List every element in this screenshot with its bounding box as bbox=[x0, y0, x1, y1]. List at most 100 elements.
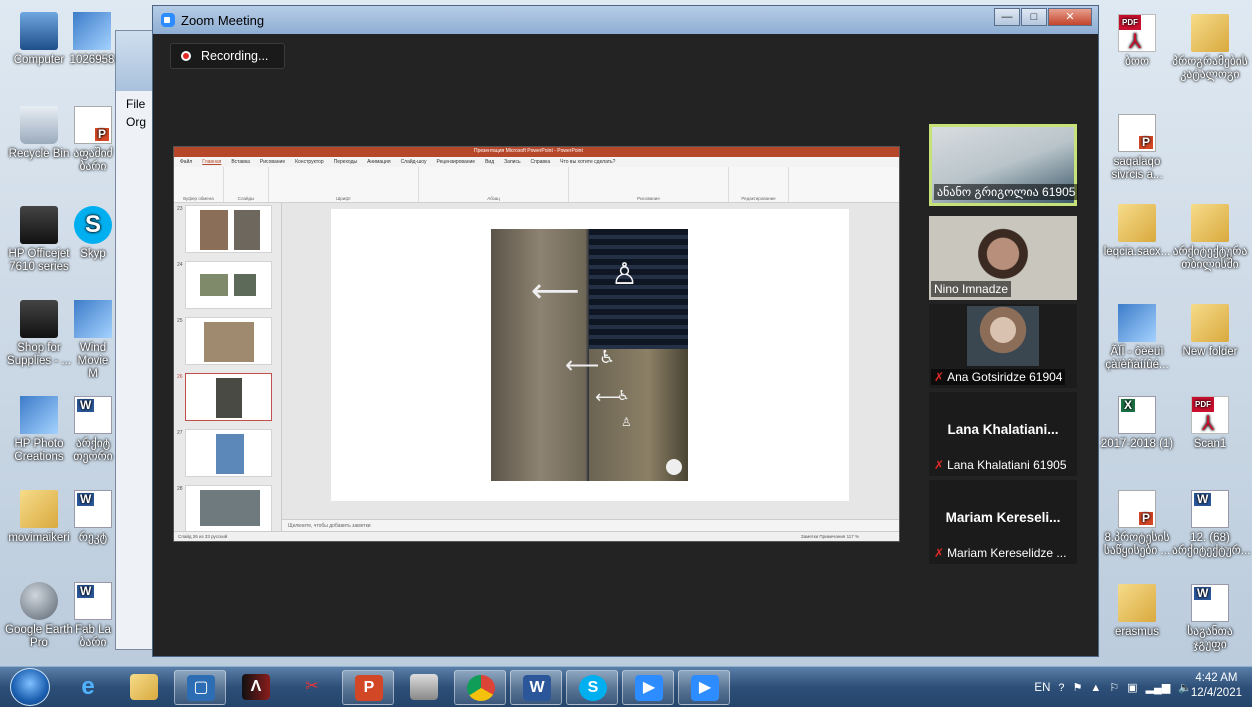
taskbar-archicad[interactable]: Λ bbox=[230, 670, 282, 705]
record-icon bbox=[181, 51, 191, 61]
signal-icon[interactable]: ▂▄▆ bbox=[1146, 681, 1171, 694]
participant-name: Nino Imnadze bbox=[931, 281, 1012, 297]
participant-tile[interactable]: Lana Khalatiani... ✗ Lana Khalatiani 6190… bbox=[929, 392, 1077, 476]
start-button[interactable] bbox=[10, 668, 50, 706]
slide-thumbnail: 23 bbox=[177, 205, 272, 253]
ppt-workspace: 23 24 25 26 27 28 ⟵ ♙ ⟵ ♿ ⟵ ♿ ♙ Щелкните… bbox=[174, 203, 899, 533]
snipping-icon: ✂ bbox=[305, 678, 319, 695]
taskbar-zoom-2[interactable]: ▶ bbox=[678, 670, 730, 705]
desktop-icon-shop-supplies[interactable]: Shop for Supplies - ... bbox=[4, 300, 74, 368]
desktop-icon-leqcia[interactable]: leqcia.sacx... bbox=[1100, 204, 1174, 259]
desktop-icon-google-earth[interactable]: Google Earth Pro bbox=[4, 582, 74, 650]
taskbar-zoom[interactable]: ▶ bbox=[622, 670, 674, 705]
ceiling-slats bbox=[589, 229, 688, 349]
display-icon[interactable]: ▣ bbox=[1127, 681, 1137, 694]
network-adapter-icon[interactable]: ⚑ bbox=[1073, 681, 1083, 694]
ppt-tab-active: Главная bbox=[202, 159, 222, 165]
desktop-icon-computer[interactable]: Computer bbox=[4, 12, 74, 67]
taskbar-zoom-small[interactable]: ▢ bbox=[174, 670, 226, 705]
flag-icon[interactable]: ⚐ bbox=[1109, 681, 1119, 694]
pdf-file-icon bbox=[1191, 396, 1229, 434]
shared-screen: Презентация Microsoft PowerPoint - Power… bbox=[173, 146, 900, 542]
archicad-icon: Λ bbox=[242, 674, 270, 700]
slide-photo-wayfinding-signage: ⟵ ♙ ⟵ ♿ ⟵ ♿ ♙ bbox=[491, 229, 688, 481]
desktop-icon-1026958[interactable]: 1026958 bbox=[68, 12, 116, 67]
ppt-tell-me: Что вы хотите сделать? bbox=[560, 159, 616, 165]
recording-indicator[interactable]: Recording... bbox=[170, 43, 285, 69]
taskbar-chrome[interactable] bbox=[454, 670, 506, 705]
clock[interactable]: 4:42 AM 12/4/2021 bbox=[1191, 671, 1242, 701]
participant-tile[interactable]: ✗ Ana Gotsiridze 61904 bbox=[929, 304, 1077, 388]
taskbar-skype[interactable]: S bbox=[566, 670, 618, 705]
desktop-icon-doc-1[interactable]: არქიტ თეორი bbox=[72, 396, 114, 464]
taskbar-snipping[interactable]: ✂ bbox=[286, 670, 338, 705]
skype-icon: S bbox=[579, 675, 607, 701]
scanner-icon bbox=[410, 674, 438, 700]
window-title: Zoom Meeting bbox=[181, 12, 265, 28]
close-button[interactable]: ✕ bbox=[1048, 8, 1092, 26]
printer-icon bbox=[20, 206, 58, 244]
desktop-icon-erasmus[interactable]: erasmus bbox=[1100, 584, 1174, 639]
taskbar-scanner[interactable] bbox=[398, 670, 450, 705]
mic-muted-icon: ✗ bbox=[934, 458, 945, 472]
desktop-icon-doc-12[interactable]: 12. (68) არქიტექტურ... bbox=[1172, 490, 1250, 558]
explorer-menu-file[interactable]: File bbox=[126, 97, 145, 111]
desktop-icon-ppt-1[interactable]: აფაშიძ ბარი bbox=[72, 106, 114, 174]
zoom-meeting-window[interactable]: Zoom Meeting — □ ✕ Recording... Презента… bbox=[152, 5, 1099, 657]
printer-shortcut-icon bbox=[20, 300, 58, 338]
taskbar-ie[interactable]: e bbox=[62, 670, 114, 705]
show-hidden-icons-icon[interactable]: ▲ bbox=[1090, 682, 1101, 694]
window-controls: — □ ✕ bbox=[993, 8, 1092, 26]
zoom-icon: ▶ bbox=[635, 675, 663, 701]
taskbar-powerpoint[interactable]: P bbox=[342, 670, 394, 705]
left-arrow-icon: ⟵ bbox=[531, 272, 580, 310]
desktop-icon-recycle-bin[interactable]: Recycle Bin bbox=[4, 106, 74, 161]
desktop-icon-protest[interactable]: 8.პროტესის საწყისები ... bbox=[1100, 490, 1174, 558]
desktop-icon-doc-2[interactable]: რეკტ bbox=[72, 490, 114, 545]
desktop-icon-doc-3[interactable]: Fab La ბარი bbox=[72, 582, 114, 650]
desktop-icon-movie-maker[interactable]: Wind Movie M bbox=[72, 300, 114, 381]
desktop-icon-architecture-tbilisi[interactable]: არქიტექტურა თბილისში bbox=[1172, 204, 1248, 272]
ribbon-group-slides: Слайды bbox=[224, 167, 269, 202]
desktop-icon-movimaikeri[interactable]: movimaikeri bbox=[4, 490, 74, 545]
participant-tile-active-speaker[interactable]: ანანო გრიგოლია 61905 bbox=[929, 124, 1078, 206]
desktop-icon-group[interactable]: საგანთა ჯგუფი bbox=[1172, 584, 1248, 652]
desktop-icon-scan1[interactable]: Scan1 bbox=[1172, 396, 1248, 451]
zoom-titlebar[interactable]: Zoom Meeting — □ ✕ bbox=[153, 6, 1098, 34]
desktop-icon-pdf-1[interactable]: ბოო bbox=[1102, 14, 1172, 69]
maximize-button[interactable]: □ bbox=[1021, 8, 1047, 26]
word-file-icon bbox=[74, 582, 112, 620]
ppt-tab: Рисование bbox=[259, 159, 286, 165]
desktop-icon-new-folder[interactable]: New folder bbox=[1172, 304, 1248, 359]
clock-date: 12/4/2021 bbox=[1190, 687, 1242, 699]
participant-tile[interactable]: Mariam Kereseli... ✗ Mariam Kereselidze .… bbox=[929, 480, 1077, 564]
ppt-tab: Переходы bbox=[333, 159, 358, 165]
ppt-tab: Конструктор bbox=[295, 159, 324, 165]
participant-name: ✗ Ana Gotsiridze 61904 bbox=[931, 369, 1066, 385]
minimize-button[interactable]: — bbox=[994, 8, 1020, 26]
slide-thumbnail: 28 bbox=[177, 485, 272, 533]
desktop-icon-hp-officejet[interactable]: HP Officejet 7610 series bbox=[4, 206, 74, 274]
ppt-ribbon: Буфер обмена Слайды Шрифт Абзац Рисовани… bbox=[174, 167, 899, 203]
language-indicator[interactable]: EN bbox=[1034, 682, 1050, 694]
avatar-image bbox=[967, 306, 1039, 366]
help-icon[interactable]: ? bbox=[1058, 682, 1064, 694]
explorer-menu-org[interactable]: Org bbox=[126, 115, 146, 129]
desktop-icon-skype[interactable]: S Skyp bbox=[72, 206, 114, 261]
movie-maker-icon bbox=[74, 300, 112, 338]
ppt-status-bar: Слайд 26 из 33 русский Заметки Примечани… bbox=[174, 531, 899, 541]
word-file-icon bbox=[74, 490, 112, 528]
desktop-icon-excel[interactable]: 2017-2018 (1) bbox=[1100, 396, 1174, 451]
desktop-icon-catalog[interactable]: პროგრამების კატალოგი bbox=[1172, 14, 1248, 82]
taskbar-explorer[interactable] bbox=[118, 670, 170, 705]
desktop-icon-film[interactable]: ÃÏÎ - ôèëüì çàïèñàííûé... bbox=[1100, 304, 1174, 372]
desktop-icon-saqalaqo[interactable]: saqalaqo sivrcis a... bbox=[1102, 114, 1172, 182]
desktop-icon-hp-photo[interactable]: HP Photo Creations bbox=[4, 396, 74, 464]
ppt-titlebar: Презентация Microsoft PowerPoint - Power… bbox=[174, 147, 899, 157]
participant-tile[interactable]: Nino Imnadze bbox=[929, 216, 1077, 300]
ribbon-group-editing: Редактирование bbox=[729, 167, 789, 202]
taskbar-word[interactable]: W bbox=[510, 670, 562, 705]
participant-name: ✗ Lana Khalatiani 61905 bbox=[934, 458, 1067, 472]
ppt-tab: Вставка bbox=[231, 159, 250, 165]
ppt-tab: Запись bbox=[504, 159, 521, 165]
